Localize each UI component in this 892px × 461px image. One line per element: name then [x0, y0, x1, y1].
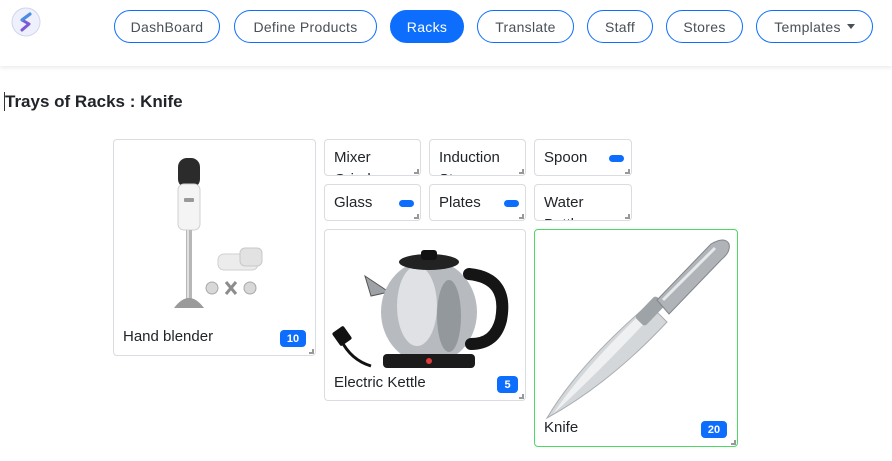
item-count-badge — [399, 200, 414, 207]
nav-stores-label: Stores — [683, 18, 726, 35]
tray-induction-stove[interactable]: Induction Stove — [429, 139, 526, 176]
tray-hand-blender[interactable]: Hand blender 10 — [113, 139, 316, 356]
tray-spoon[interactable]: Spoon — [534, 139, 632, 176]
tray-label: Spoon — [544, 149, 588, 166]
tray-glass[interactable]: Glass — [324, 184, 421, 221]
resize-handle-icon[interactable] — [519, 214, 524, 219]
resize-handle-icon[interactable] — [625, 169, 630, 174]
hand-blender-image — [144, 148, 284, 318]
nav-staff-label: Staff — [604, 18, 636, 35]
nav-templates-label: Templates — [774, 18, 841, 35]
resize-handle-icon[interactable] — [519, 394, 524, 399]
item-count-badge: 10 — [280, 330, 306, 347]
tray-label: Induction Stove — [439, 149, 500, 175]
nav-dashboard[interactable]: DashBoard — [114, 10, 220, 43]
nav-racks-label: Racks — [406, 18, 448, 35]
tray-label: Plates — [439, 194, 481, 211]
nav-racks[interactable]: Racks — [390, 10, 464, 43]
nav-define-products-label: Define Products — [253, 18, 358, 35]
nav-translate-label: Translate — [495, 18, 556, 35]
nav-staff[interactable]: Staff — [587, 10, 653, 43]
resize-handle-icon[interactable] — [625, 214, 630, 219]
item-count-badge — [609, 155, 624, 162]
item-count-badge: 20 — [701, 421, 727, 438]
resize-handle-icon[interactable] — [414, 169, 419, 174]
resize-handle-icon[interactable] — [414, 214, 419, 219]
top-navbar: DashBoard Define Products Racks Translat… — [0, 0, 892, 66]
knife-image — [539, 234, 735, 420]
page-title: Trays of Racks : Knife — [5, 92, 183, 111]
tray-label: Water Bottle — [544, 194, 584, 220]
tray-label: Knife — [544, 419, 579, 436]
caret-down-icon — [846, 24, 855, 29]
item-count-badge — [504, 200, 519, 207]
nav-stores[interactable]: Stores — [666, 10, 743, 43]
nav-templates-dropdown[interactable]: Templates — [756, 10, 873, 43]
tray-knife[interactable]: Knife 20 — [534, 229, 738, 447]
tray-plates[interactable]: Plates — [429, 184, 526, 221]
tray-label: Electric Kettle — [334, 374, 426, 391]
app-logo-icon[interactable] — [11, 7, 41, 37]
nav-define-products[interactable]: Define Products — [234, 10, 377, 43]
resize-handle-icon[interactable] — [731, 440, 736, 445]
nav-translate[interactable]: Translate — [477, 10, 574, 43]
resize-handle-icon[interactable] — [309, 349, 314, 354]
electric-kettle-image — [331, 236, 521, 374]
resize-handle-icon[interactable] — [519, 169, 524, 174]
tray-label: Glass — [334, 194, 373, 211]
tray-electric-kettle[interactable]: Electric Kettle 5 — [324, 229, 526, 401]
tray-water-bottle[interactable]: Water Bottle — [534, 184, 632, 221]
item-count-badge: 5 — [497, 376, 518, 393]
tray-label: Hand blender — [123, 328, 214, 345]
tray-mixer-grinder[interactable]: Mixer Grinder — [324, 139, 421, 176]
tray-label: Mixer Grinder — [334, 149, 384, 175]
nav-dashboard-label: DashBoard — [130, 18, 204, 35]
